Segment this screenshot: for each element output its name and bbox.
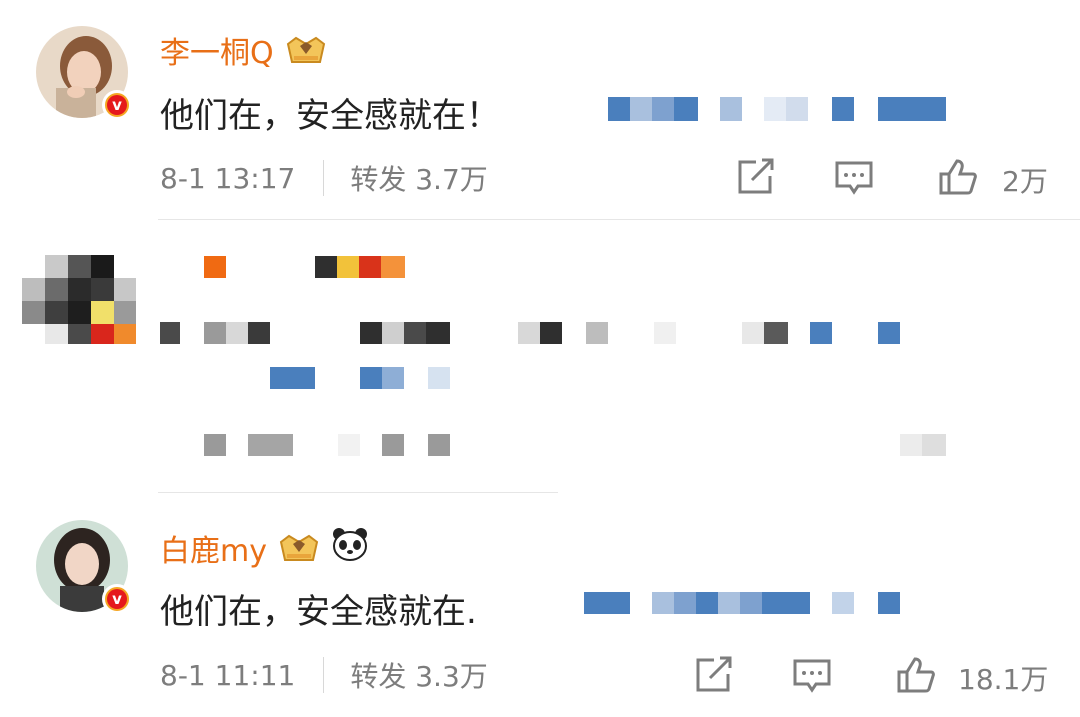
comment-icon[interactable] bbox=[792, 658, 832, 698]
timestamp: 8-1 11:11 bbox=[160, 658, 296, 692]
verified-badge-icon: v bbox=[102, 584, 132, 614]
avatar[interactable]: v bbox=[36, 520, 132, 614]
post-content: 他们在，安全感就在. bbox=[160, 592, 477, 632]
thumbs-up-icon[interactable] bbox=[896, 656, 936, 698]
share-icon[interactable] bbox=[694, 656, 734, 698]
username[interactable]: 白鹿my bbox=[160, 526, 267, 570]
crown-badge-icon bbox=[277, 532, 321, 564]
meta-divider bbox=[323, 657, 325, 693]
panda-emoji-icon bbox=[331, 527, 369, 569]
post-item-2: v 白鹿my 他们在，安全感就在. 8-1 11:11 转发 3.3万 18.1… bbox=[0, 0, 1080, 717]
repost-button[interactable]: 转发 3.3万 bbox=[350, 655, 487, 695]
like-count: 18.1万 bbox=[958, 663, 1049, 696]
username-row: 白鹿my bbox=[160, 526, 369, 570]
post-meta: 8-1 11:11 转发 3.3万 bbox=[160, 655, 488, 695]
